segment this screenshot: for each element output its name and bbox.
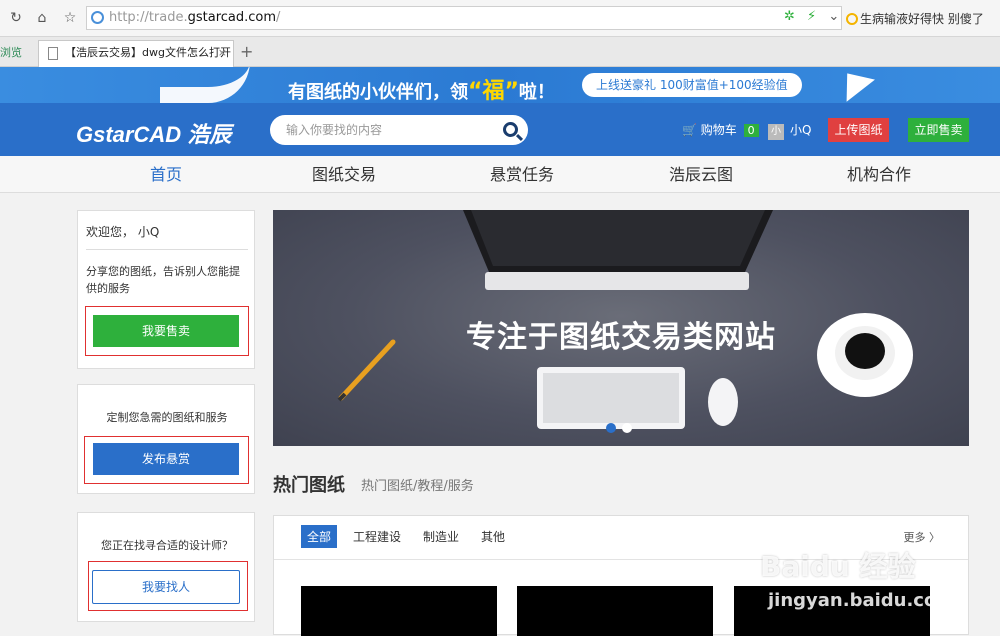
new-tab-button[interactable]: + — [240, 42, 253, 61]
carousel-dots — [606, 418, 638, 437]
browser-tab-active[interactable]: 【浩辰云交易】dwg文件怎么打开 × — [38, 40, 234, 67]
hero-banner[interactable]: 专注于图纸交易类网站 — [273, 210, 969, 446]
search-input[interactable]: 输入你要找的内容 — [270, 115, 528, 145]
tab-all[interactable]: 全部 — [301, 525, 338, 548]
cart-link[interactable]: 🛒 购物车 0 — [682, 121, 759, 138]
section-subtitle: 热门图纸/教程/服务 — [361, 479, 474, 494]
document-icon — [48, 47, 58, 60]
sell-button[interactable]: 我要售卖 — [93, 315, 239, 347]
mouse-icon — [708, 378, 738, 426]
category-tabs: 全部 工程建设 制造业 其他 — [301, 525, 521, 548]
tab-close-icon[interactable]: × — [218, 41, 227, 65]
watermark-url: jingyan.baidu.com — [768, 590, 956, 611]
custom-description: 定制您急需的图纸和服务 — [106, 411, 228, 424]
extension-icons: ✲ ⚡ ⌄ — [784, 9, 847, 24]
recycle-icon[interactable]: ✲ — [784, 9, 795, 24]
bounty-card: 定制您急需的图纸和服务 发布悬赏 — [77, 384, 255, 494]
avatar: 小 — [768, 124, 784, 140]
nav-item-drawing-trade[interactable]: 图纸交易 — [312, 156, 376, 193]
curved-arrow-decoration — [160, 67, 250, 103]
search-icon[interactable] — [503, 122, 518, 137]
baidu-watermark: Baidu 经验 — [760, 550, 916, 583]
cart-count-badge: 0 — [743, 124, 759, 137]
nav-item-partnership[interactable]: 机构合作 — [847, 156, 911, 193]
hero-title: 专注于图纸交易类网站 — [466, 320, 776, 355]
carousel-dot[interactable] — [622, 423, 632, 433]
drawing-thumbnail[interactable] — [517, 586, 713, 636]
more-link[interactable]: 更多 〉 — [904, 529, 941, 545]
star-icon[interactable]: ☆ — [62, 10, 78, 26]
cart-icon: 🛒 — [682, 123, 697, 137]
browser-address-bar: ↻ ⌂ ☆ http://trade.gstarcad.com/ ✲ ⚡ ⌄ 生… — [0, 0, 1000, 37]
post-bounty-button[interactable]: 发布悬赏 — [93, 443, 239, 475]
designer-description: 您正在找寻合适的设计师？ — [101, 539, 233, 552]
promo-text: 有图纸的小伙伴们，领“福”啦！ — [288, 73, 555, 103]
logo[interactable]: GstarCAD 浩辰 — [76, 117, 231, 149]
user-name: 小Q — [790, 123, 812, 137]
site-header: GstarCAD 浩辰 输入你要找的内容 🛒 购物车 0 小小Q 上传图纸 立即… — [0, 103, 1000, 156]
section-title: 热门图纸 — [273, 475, 345, 496]
divider — [86, 249, 248, 250]
nav-item-cloud-drawing[interactable]: 浩辰云图 — [669, 156, 733, 193]
news-ticker[interactable]: 生病输液好得快 别傻了 — [846, 10, 1000, 27]
tab-strip: 浏览 【浩辰云交易】dwg文件怎么打开 × + — [0, 37, 1000, 67]
welcome-card: 欢迎您， 小Q 分享您的图纸，告诉别人您能提供的服务 我要售卖 — [77, 210, 255, 369]
search-placeholder: 输入你要找的内容 — [286, 123, 383, 137]
home-icon[interactable]: ⌂ — [34, 10, 50, 26]
reload-icon[interactable]: ↻ — [8, 10, 24, 26]
find-designer-button[interactable]: 我要找人 — [92, 570, 240, 604]
carousel-dot-active[interactable] — [606, 423, 616, 433]
promo-highlight: “福” — [468, 79, 519, 103]
chevron-down-icon[interactable]: ⌄ — [828, 9, 839, 24]
globe-icon — [91, 11, 104, 24]
nav-item-home[interactable]: 首页 — [150, 156, 182, 193]
arrow-decoration — [833, 67, 875, 102]
news-ticker-text: 生病输液好得快 别傻了 — [860, 12, 984, 26]
tab-engineering[interactable]: 工程建设 — [347, 525, 407, 548]
welcome-text: 欢迎您， 小Q — [86, 225, 160, 239]
tab-other[interactable]: 其他 — [475, 525, 511, 548]
promo-text-after: 啦！ — [518, 82, 555, 103]
side-tab[interactable]: 浏览 — [0, 44, 22, 60]
tab-manufacturing[interactable]: 制造业 — [417, 525, 465, 548]
nav-item-bounty[interactable]: 悬赏任务 — [490, 156, 554, 193]
url-prefix: http://trade. — [109, 10, 188, 25]
drawing-thumbnail[interactable] — [301, 586, 497, 636]
search-engine-icon — [846, 13, 858, 25]
user-menu[interactable]: 小小Q — [768, 121, 811, 140]
url-host: gstarcad.com — [187, 10, 277, 25]
share-description: 分享您的图纸，告诉别人您能提供的服务 — [86, 265, 240, 295]
promo-banner[interactable]: 有图纸的小伙伴们，领“福”啦！ 上线送豪礼 100财富值+100经验值 — [0, 67, 1000, 103]
url-suffix: / — [276, 10, 281, 25]
promo-text-before: 有图纸的小伙伴们，领 — [288, 82, 468, 103]
cart-label: 购物车 — [700, 123, 737, 137]
promo-pill[interactable]: 上线送豪礼 100财富值+100经验值 — [582, 73, 802, 97]
upload-drawing-button[interactable]: 上传图纸 — [828, 118, 889, 142]
url-field[interactable]: http://trade.gstarcad.com/ — [86, 6, 842, 30]
lightning-icon[interactable]: ⚡ — [807, 9, 816, 24]
tab-title: 【浩辰云交易】dwg文件怎么打开 — [65, 46, 231, 59]
main-nav: 首页 图纸交易 悬赏任务 浩辰云图 机构合作 — [0, 156, 1000, 193]
find-designer-card: 您正在找寻合适的设计师？ 我要找人 — [77, 512, 255, 622]
sell-now-button[interactable]: 立即售卖 — [908, 118, 969, 142]
